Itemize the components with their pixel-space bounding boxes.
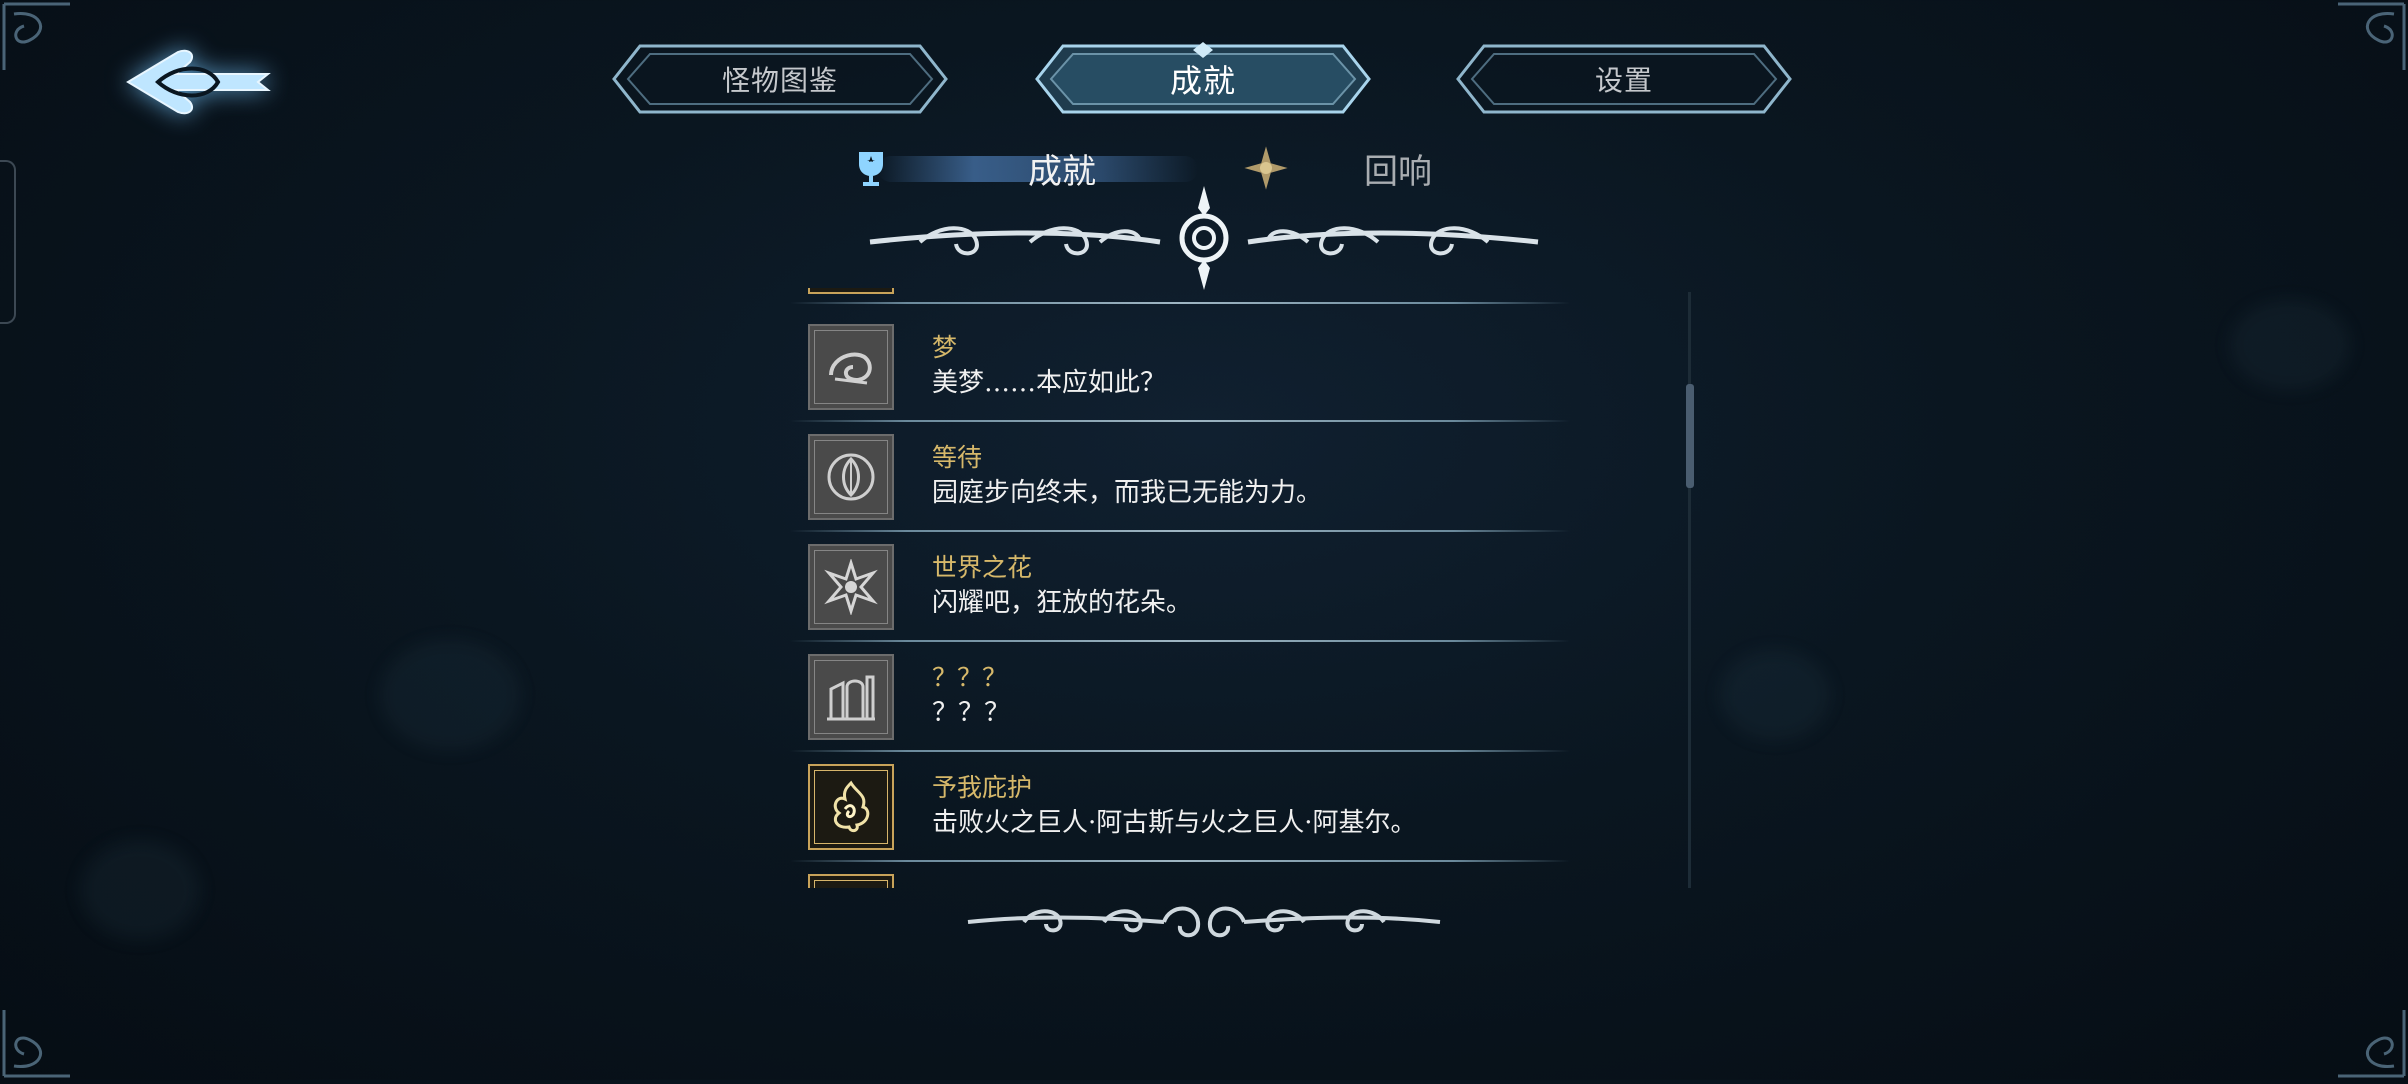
corner-ornament-bottom-right [2288, 960, 2408, 1080]
tab-achievements-label: 成就 [1169, 62, 1236, 100]
tab-bestiary-label: 怪物图鉴 [721, 64, 838, 97]
shell-icon [808, 324, 894, 410]
achievement-icon-partial [808, 874, 894, 888]
tab-bestiary[interactable]: 怪物图鉴 [610, 42, 950, 116]
achievement-title: ？？？ [932, 663, 1008, 692]
fire-sigil-icon [808, 764, 894, 850]
corner-ornament-bottom-left [0, 960, 120, 1080]
background-blob [80, 840, 200, 940]
achievement-row[interactable]: 等待 园庭步向终末，而我已无能为力。 [790, 422, 1570, 532]
achievement-row[interactable]: ？？？ ？？？ [790, 642, 1570, 752]
achievement-description: 闪耀吧，狂放的花朵。 [932, 588, 1193, 618]
ornate-divider-bottom [967, 906, 1441, 938]
top-tab-bar: 怪物图鉴 成就 设置 [0, 42, 2408, 120]
achievement-description: 园庭步向终末，而我已无能为力。 [932, 478, 1323, 508]
achievement-row[interactable]: 世界之花 闪耀吧，狂放的花朵。 [790, 532, 1570, 642]
achievement-row-partial [790, 862, 1570, 888]
row-separator [790, 302, 1570, 304]
ruin-door-icon [808, 654, 894, 740]
achievement-title: 世界之花 [932, 553, 1033, 582]
achievement-description: 击败火之巨人·阿古斯与火之巨人·阿基尔。 [932, 808, 1417, 838]
background-blob [380, 640, 520, 750]
achievement-icon-partial [808, 288, 894, 294]
leaf-medallion-icon [808, 434, 894, 520]
flower-icon [808, 544, 894, 630]
achievement-title: 予我庇护 [932, 773, 1033, 802]
achievement-row-partial [790, 288, 1570, 308]
achievement-title: 梦 [932, 333, 958, 362]
achievement-description: ？？？ [932, 698, 1011, 728]
tab-achievements[interactable]: 成就 [1033, 42, 1373, 116]
background-blob [2230, 300, 2350, 390]
scrollbar-track[interactable] [1688, 292, 1691, 888]
achievement-description: 美梦……本应如此？ [932, 368, 1167, 398]
achievement-list[interactable]: 梦 美梦……本应如此？ 等待 园庭步向终末，而我已无能为力。 世界之花 闪耀吧，… [790, 288, 1570, 888]
tab-settings[interactable]: 设置 [1454, 42, 1794, 116]
tab-settings-label: 设置 [1594, 64, 1653, 97]
scrollbar-thumb[interactable] [1686, 384, 1694, 488]
ornate-divider-top [869, 186, 1539, 290]
achievement-row[interactable]: 予我庇护 击败火之巨人·阿古斯与火之巨人·阿基尔。 [790, 752, 1570, 862]
achievement-row[interactable]: 梦 美梦……本应如此？ [790, 312, 1570, 422]
achievement-title: 等待 [932, 443, 983, 472]
background-blob [1720, 650, 1830, 740]
